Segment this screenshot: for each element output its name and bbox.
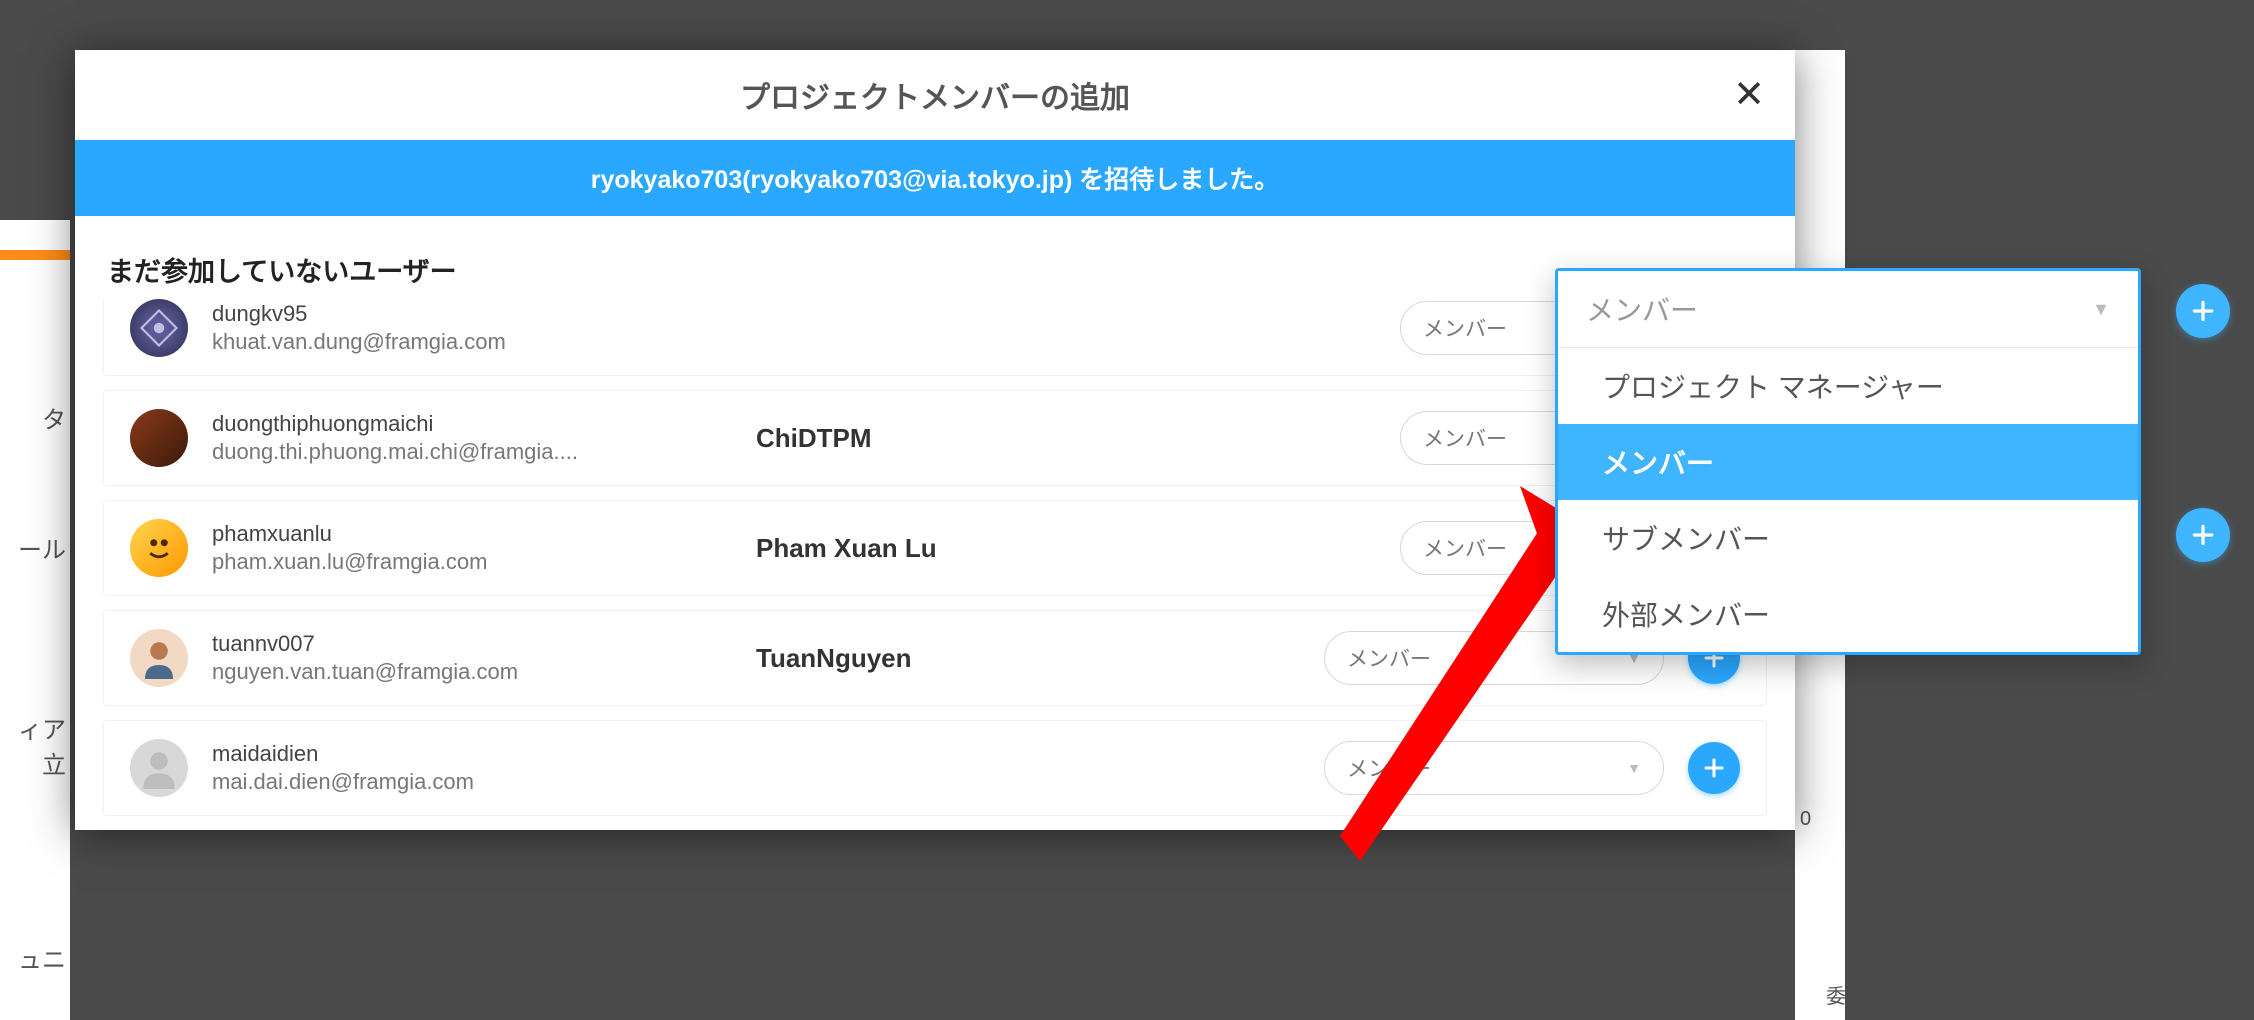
user-list: dungkv95 khuat.van.dung@framgia.com メンバー… [75, 299, 1795, 816]
username: phamxuanlu [212, 521, 732, 547]
user-row: tuannv007 nguyen.van.tuan@framgia.com Tu… [103, 610, 1767, 706]
success-banner: ryokyako703(ryokyako703@via.tokyo.jp) を招… [75, 140, 1795, 216]
close-button[interactable]: ✕ [1733, 76, 1765, 114]
user-display-name: ChiDTPM [756, 423, 1376, 454]
bg-right-text: 0 [1800, 808, 1811, 831]
role-select[interactable]: メンバー ▼ [1324, 741, 1664, 795]
avatar-icon [138, 637, 180, 679]
role-dropdown[interactable]: メンバー ▼ プロジェクト マネージャー メンバー サブメンバー 外部メンバー [1555, 268, 2141, 655]
section-title: まだ参加していないユーザー [75, 216, 1795, 309]
modal-header: プロジェクトメンバーの追加 ✕ [75, 50, 1795, 140]
dropdown-option-member[interactable]: メンバー [1558, 424, 2138, 500]
avatar [130, 299, 188, 357]
avatar-icon [138, 527, 180, 569]
role-select-label: メンバー [1423, 533, 1507, 563]
avatar [130, 409, 188, 467]
person-icon [138, 747, 180, 789]
user-email: duong.thi.phuong.mai.chi@framgia.... [212, 439, 732, 465]
avatar [130, 629, 188, 687]
plus-icon [2190, 522, 2216, 548]
avatar-icon [138, 307, 180, 349]
user-row: phamxuanlu pham.xuan.lu@framgia.com Pham… [103, 500, 1767, 596]
dropdown-option-sub-member[interactable]: サブメンバー [1558, 500, 2138, 576]
bg-side-text: タ [0, 400, 70, 435]
user-info: tuannv007 nguyen.van.tuan@framgia.com [212, 631, 732, 685]
user-display-name: TuanNguyen [756, 643, 1300, 674]
add-member-modal: プロジェクトメンバーの追加 ✕ ryokyako703(ryokyako703@… [75, 50, 1795, 830]
username: dungkv95 [212, 301, 732, 327]
user-email: nguyen.van.tuan@framgia.com [212, 659, 732, 685]
bg-right-text: 委 [1826, 980, 1846, 1009]
bg-side-text: ール [0, 530, 70, 565]
add-member-button[interactable] [1688, 742, 1740, 794]
add-member-button[interactable] [2176, 508, 2230, 562]
avatar [130, 739, 188, 797]
username: duongthiphuongmaichi [212, 411, 732, 437]
role-select-label: メンバー [1423, 313, 1507, 343]
dropdown-option-project-manager[interactable]: プロジェクト マネージャー [1558, 348, 2138, 424]
user-row: maidaidien mai.dai.dien@framgia.com メンバー… [103, 720, 1767, 816]
plus-icon [1702, 756, 1726, 780]
chevron-down-icon: ▼ [2092, 299, 2110, 320]
user-row: dungkv95 khuat.van.dung@framgia.com メンバー [103, 299, 1767, 376]
username: tuannv007 [212, 631, 732, 657]
modal-title: プロジェクトメンバーの追加 [740, 73, 1130, 117]
dropdown-option-external-member[interactable]: 外部メンバー [1558, 576, 2138, 652]
bg-side-text: ィア立 [0, 710, 70, 780]
role-select-label: メンバー [1347, 753, 1431, 783]
user-email: pham.xuan.lu@framgia.com [212, 549, 732, 575]
plus-icon [2190, 298, 2216, 324]
user-info: phamxuanlu pham.xuan.lu@framgia.com [212, 521, 732, 575]
dropdown-selected-label: メンバー [1586, 289, 1698, 329]
role-select-label: メンバー [1423, 423, 1507, 453]
user-display-name: Pham Xuan Lu [756, 533, 1376, 564]
user-email: mai.dai.dien@framgia.com [212, 769, 732, 795]
user-row: duongthiphuongmaichi duong.thi.phuong.ma… [103, 390, 1767, 486]
role-select-label: メンバー [1347, 643, 1431, 673]
user-info: maidaidien mai.dai.dien@framgia.com [212, 741, 732, 795]
dropdown-selected[interactable]: メンバー ▼ [1558, 271, 2138, 348]
avatar [130, 519, 188, 577]
bg-accent [0, 250, 70, 260]
username: maidaidien [212, 741, 732, 767]
bg-side-text: ュニ [0, 940, 70, 975]
bg-panel [0, 220, 70, 1020]
user-info: duongthiphuongmaichi duong.thi.phuong.ma… [212, 411, 732, 465]
user-info: dungkv95 khuat.van.dung@framgia.com [212, 301, 732, 355]
chevron-down-icon: ▼ [1627, 760, 1641, 776]
user-email: khuat.van.dung@framgia.com [212, 329, 732, 355]
add-member-button[interactable] [2176, 284, 2230, 338]
